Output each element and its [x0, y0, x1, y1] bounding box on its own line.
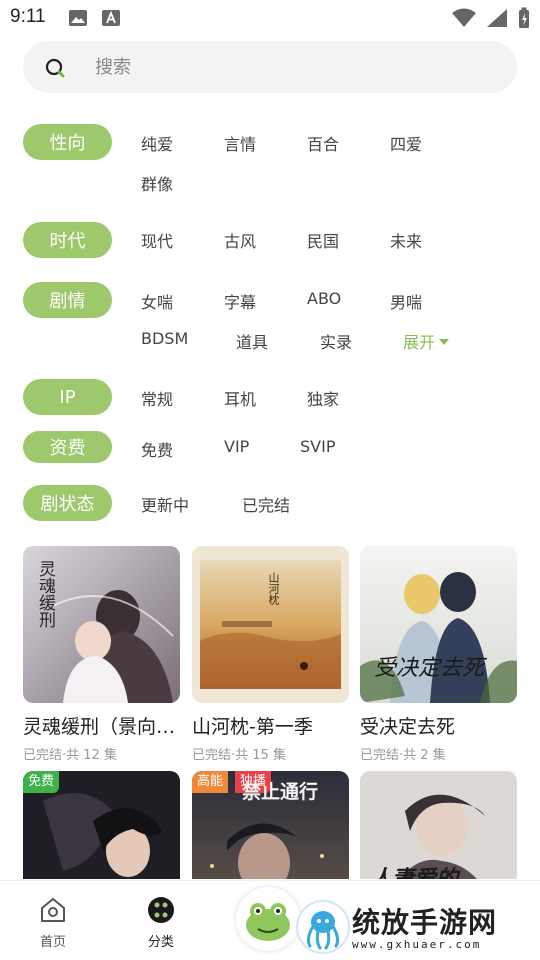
caret-down-icon — [439, 338, 450, 345]
filter-option[interactable]: VIP — [224, 437, 249, 456]
cover-title: 山河枕 — [267, 572, 280, 605]
battery-charging-icon — [519, 7, 529, 28]
card-title: 灵魂缓刑（景向… — [23, 716, 176, 738]
expand-button[interactable]: 展开 — [403, 329, 450, 353]
image-icon — [69, 10, 87, 26]
filter-option[interactable]: 百合 — [307, 131, 339, 155]
drama-card[interactable]: 山河枕 山河枕-第一季 已完结·共 15 集 — [192, 546, 349, 763]
filter-option[interactable]: 实录 — [320, 329, 352, 353]
watermark-text: 统放手游网 — [352, 906, 498, 939]
cover-image: 山河枕 — [192, 546, 349, 703]
cover-title: 人妻爱的 — [370, 861, 458, 879]
drama-card[interactable]: 灵魂缓刑 灵魂缓刑（景向… 已完结·共 12 集 — [23, 546, 180, 763]
search-bar[interactable] — [23, 41, 517, 93]
card-title: 山河枕-第一季 — [192, 716, 313, 738]
cover-image: 灵魂缓刑 — [23, 546, 180, 703]
filter-option[interactable]: 更新中 — [141, 492, 189, 516]
frog-icon — [246, 903, 290, 941]
cover-image: 高能 独播 禁止通行 — [192, 771, 349, 879]
filter-label-ip[interactable]: IP — [23, 379, 112, 415]
filter-option[interactable]: 道具 — [236, 329, 268, 353]
frog-center-button[interactable] — [236, 887, 300, 951]
cover-title: 禁止通行 — [242, 781, 319, 803]
drama-card[interactable]: 免费 升职 — [23, 771, 180, 879]
filter-option[interactable]: 未来 — [390, 228, 422, 252]
nav-category-label: 分类 — [147, 935, 174, 950]
wifi-icon — [452, 8, 476, 27]
cover-image: 免费 升职 — [23, 771, 180, 879]
category-icon — [148, 897, 174, 923]
card-meta: 已完结·共 2 集 — [360, 748, 446, 763]
cover-title: 受决定去死 — [374, 656, 485, 681]
filter-option[interactable]: 女喘 — [141, 289, 173, 313]
nav-home[interactable]: 首页 — [23, 895, 83, 950]
filter-option[interactable]: 古风 — [224, 228, 256, 252]
filter-option[interactable]: SVIP — [300, 437, 335, 456]
filter-option[interactable]: ABO — [307, 289, 341, 308]
drama-card[interactable]: 人妻爱的 — [360, 771, 517, 879]
filter-option[interactable]: 群像 — [141, 171, 173, 195]
filter-label-era[interactable]: 时代 — [23, 222, 112, 258]
status-bar: 9:11 — [0, 0, 540, 36]
filter-label-orientation[interactable]: 性向 — [23, 124, 112, 160]
drama-card[interactable]: 受决定去死 受决定去死 已完结·共 2 集 — [360, 546, 517, 763]
text-a-icon — [102, 10, 120, 26]
cover-title: 升职 — [35, 875, 87, 879]
nav-home-label: 首页 — [39, 935, 66, 950]
filter-option[interactable]: 字幕 — [224, 289, 256, 313]
watermark-url: www.gxhuaer.com — [352, 938, 482, 951]
card-meta: 已完结·共 15 集 — [192, 748, 286, 763]
filter-option[interactable]: 纯爱 — [141, 131, 173, 155]
filter-option[interactable]: 常规 — [141, 386, 173, 410]
badge-free: 免费 — [23, 771, 60, 793]
filter-option[interactable]: 四爱 — [390, 131, 422, 155]
search-input[interactable] — [95, 41, 495, 93]
filter-label-status[interactable]: 剧状态 — [23, 485, 112, 521]
filter-option[interactable]: 耳机 — [224, 386, 256, 410]
signal-icon — [487, 9, 507, 27]
drama-card[interactable]: 高能 独播 禁止通行 — [192, 771, 349, 879]
filter-option[interactable]: 男喘 — [390, 289, 422, 313]
status-time: 9:11 — [10, 6, 46, 27]
filter-option[interactable]: 言情 — [224, 131, 256, 155]
cover-image: 受决定去死 — [360, 546, 517, 703]
filter-option[interactable]: BDSM — [141, 329, 188, 348]
badge-high-energy: 高能 — [192, 771, 229, 793]
filter-option[interactable]: 免费 — [141, 437, 173, 461]
card-title: 受决定去死 — [360, 716, 456, 738]
filter-label-fee[interactable]: 资费 — [23, 431, 112, 463]
filter-option[interactable]: 现代 — [141, 228, 173, 252]
filter-option[interactable]: 独家 — [307, 386, 339, 410]
watermark: 统放手游网 www.gxhuaer.com — [296, 898, 536, 956]
cover-image: 人妻爱的 — [360, 771, 517, 879]
octopus-logo-icon — [296, 900, 350, 954]
home-icon — [41, 898, 65, 922]
expand-label: 展开 — [403, 333, 436, 352]
cover-title: 灵魂缓刑 — [35, 560, 55, 628]
card-meta: 已完结·共 12 集 — [23, 748, 117, 763]
search-icon — [45, 58, 65, 78]
filter-label-plot[interactable]: 剧情 — [23, 282, 112, 318]
nav-category[interactable]: 分类 — [131, 895, 191, 950]
filter-option[interactable]: 民国 — [307, 228, 339, 252]
filter-option[interactable]: 已完结 — [242, 492, 290, 516]
